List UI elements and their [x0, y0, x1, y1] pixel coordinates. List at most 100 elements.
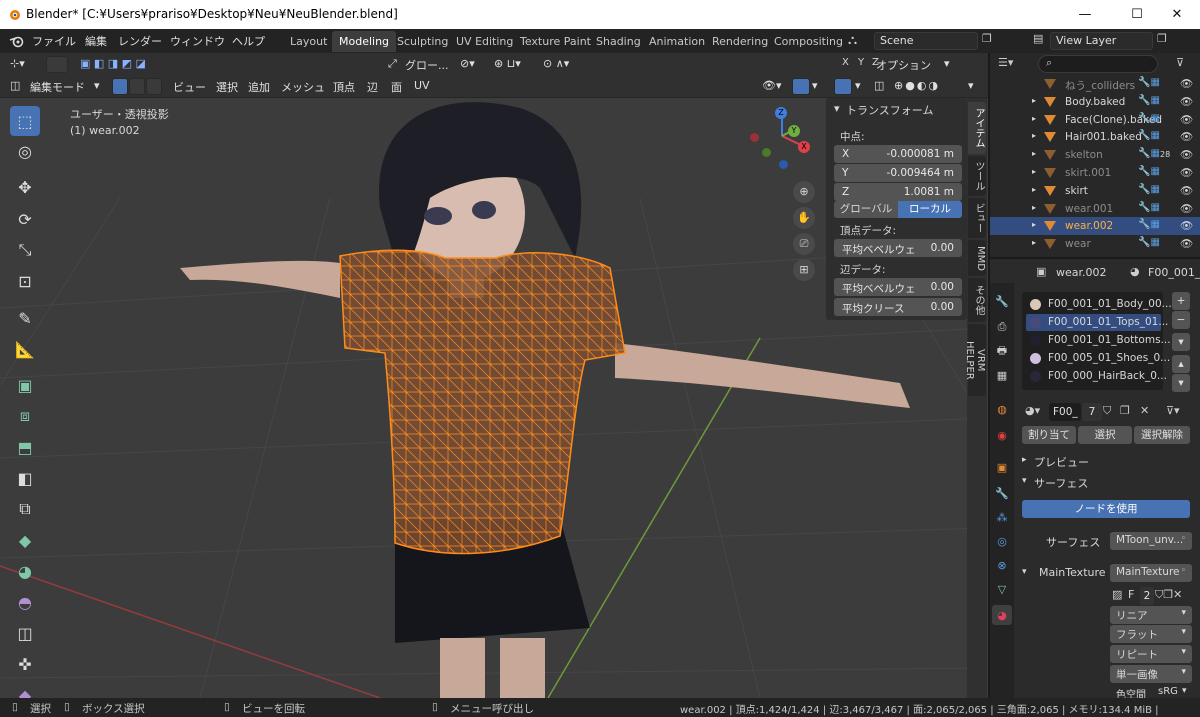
- menu-file[interactable]: ファイル: [32, 33, 76, 49]
- expand-icon[interactable]: ▸: [1032, 185, 1036, 194]
- material-slot[interactable]: F00_001_01_Body_00...: [1026, 296, 1172, 313]
- visibility-eye-icon[interactable]: 👁: [1180, 148, 1193, 161]
- modifier-icon[interactable]: 🔧▦: [1138, 130, 1160, 141]
- preview-panel[interactable]: プレビュー: [1034, 454, 1089, 470]
- face-select-button[interactable]: [146, 78, 162, 95]
- visibility-eye-icon[interactable]: 👁: [1180, 237, 1193, 250]
- tab-texture-paint[interactable]: Texture Paint: [513, 31, 598, 52]
- visibility-eye-icon[interactable]: 👁: [1180, 77, 1193, 90]
- move-slot-down-button[interactable]: ▾: [1172, 374, 1190, 392]
- select-button[interactable]: 選択: [1078, 426, 1132, 444]
- scale-tool-icon[interactable]: ⤡: [10, 235, 40, 265]
- render-props-icon[interactable]: ⎙: [992, 317, 1012, 337]
- scene-icon[interactable]: ⛬: [848, 33, 857, 48]
- texture-actions-icons[interactable]: ⛉❐✕: [1155, 588, 1182, 602]
- assign-button[interactable]: 割り当て: [1022, 426, 1076, 444]
- menu-help[interactable]: ヘルプ: [232, 33, 265, 49]
- options-dropdown[interactable]: オプション: [876, 57, 931, 73]
- gizmo-neg-z-icon[interactable]: [779, 160, 788, 169]
- tab-item[interactable]: アイテム: [968, 102, 986, 154]
- colorspace-value[interactable]: sRG: [1158, 686, 1178, 697]
- menu-add[interactable]: 追加: [248, 79, 270, 95]
- loop-cut-tool-icon[interactable]: ⧉: [10, 494, 40, 524]
- modifier-icon[interactable]: 🔧▦: [1138, 166, 1160, 177]
- world-props-icon[interactable]: ◉: [992, 425, 1012, 445]
- menu-face[interactable]: 面: [391, 79, 402, 95]
- inset-tool-icon[interactable]: ⬒: [10, 432, 40, 462]
- proportional-edit-icon[interactable]: ⊙ ∧▾: [543, 57, 569, 70]
- outliner-row[interactable]: ▸ Face(Clone).baked 🔧▦ 👁: [990, 111, 1200, 129]
- gizmo-y-icon[interactable]: Y: [788, 125, 800, 137]
- tab-view[interactable]: ビュー: [968, 198, 986, 238]
- visibility-icon[interactable]: 👁▾: [762, 79, 782, 92]
- extrude-tool-icon[interactable]: ⧈: [10, 401, 40, 431]
- transform-panel-title[interactable]: トランスフォーム: [846, 102, 933, 118]
- edge-select-button[interactable]: [129, 78, 145, 95]
- outliner-row[interactable]: ねう_colliders 🔧▦ 👁: [990, 75, 1200, 93]
- source-dropdown[interactable]: 単一画像 ▾: [1110, 665, 1192, 683]
- material-slot[interactable]: F00_001_01_Bottoms...: [1026, 332, 1171, 349]
- tab-animation[interactable]: Animation: [642, 31, 712, 52]
- material-slot[interactable]: F00_001_01_Tops_01...: [1026, 314, 1168, 331]
- material-name-field[interactable]: F00_: [1049, 403, 1081, 421]
- main-texture-field[interactable]: MainTexture ◦: [1110, 564, 1192, 582]
- filter-icon[interactable]: ⊽: [1176, 56, 1184, 69]
- panel-collapse-icon[interactable]: ▾: [834, 102, 840, 115]
- duplicate-material-icon[interactable]: ❐: [1120, 404, 1130, 417]
- expand-icon[interactable]: ▸: [1032, 114, 1036, 123]
- material-slot[interactable]: F00_005_01_Shoes_0...: [1026, 350, 1170, 367]
- close-button[interactable]: ✕: [1154, 0, 1200, 29]
- overlay-chevron-icon[interactable]: ▾: [855, 79, 861, 92]
- material-slot[interactable]: F00_000_HairBack_0...: [1026, 368, 1167, 385]
- main-texture-expand-icon[interactable]: ▾: [1022, 567, 1027, 577]
- editor-type-icon[interactable]: ⊹▾: [10, 57, 25, 70]
- move-tool-icon[interactable]: ✥: [10, 172, 40, 202]
- xray-icon[interactable]: ◫: [874, 79, 884, 92]
- modifier-icon[interactable]: 🔧▦: [1138, 184, 1160, 195]
- mode-dropdown[interactable]: 編集モード: [30, 79, 85, 95]
- pivot-point-icon[interactable]: ⊘▾: [460, 57, 475, 70]
- smooth-tool-icon[interactable]: ◫: [10, 618, 40, 648]
- new-view-layer-icon[interactable]: ❐: [1157, 32, 1167, 45]
- tab-sculpting[interactable]: Sculpting: [390, 31, 455, 52]
- visibility-eye-icon[interactable]: 👁: [1180, 184, 1193, 197]
- menu-mesh[interactable]: メッシュ: [281, 79, 325, 95]
- add-cube-tool-icon[interactable]: ▣: [10, 370, 40, 400]
- poly-build-tool-icon[interactable]: ◕: [10, 556, 40, 586]
- data-props-icon[interactable]: ▽: [992, 579, 1012, 599]
- tab-tool[interactable]: ツール: [968, 156, 986, 196]
- median-x-field[interactable]: X -0.000081 m: [834, 145, 962, 163]
- modifier-icon[interactable]: 🔧▦: [1138, 237, 1160, 248]
- pan-hand-icon[interactable]: ✋: [793, 207, 815, 229]
- visibility-eye-icon[interactable]: 👁: [1180, 130, 1193, 143]
- tab-uv-editing[interactable]: UV Editing: [449, 31, 520, 52]
- overlay-toggle-button[interactable]: [834, 78, 852, 95]
- image-icon[interactable]: ▨: [1112, 588, 1122, 601]
- view-layer-icon[interactable]: ▤: [1033, 32, 1043, 45]
- outliner-row[interactable]: ▸ skelton 28 🔧▦ 👁: [990, 146, 1200, 164]
- edge-bevel-field[interactable]: 平均ベベルウェ 0.00: [834, 278, 962, 296]
- deselect-button[interactable]: 選択解除: [1134, 426, 1190, 444]
- tab-compositing[interactable]: Compositing: [767, 31, 850, 52]
- texture-users-count[interactable]: 2: [1140, 587, 1154, 605]
- transform-orientation-icon[interactable]: ⤢: [388, 57, 397, 71]
- visibility-eye-icon[interactable]: 👁: [1180, 95, 1193, 108]
- outliner-row[interactable]: ▸ Body.baked 🔧▦ 👁: [990, 93, 1200, 111]
- tab-modeling[interactable]: Modeling: [332, 31, 397, 52]
- surface-panel[interactable]: サーフェス: [1034, 475, 1088, 491]
- select-mode-icons[interactable]: ▣ ◧ ◨ ◩ ◪: [80, 57, 146, 70]
- gizmo-neg-x-icon[interactable]: [750, 133, 759, 142]
- gizmo-z-icon[interactable]: Z: [775, 107, 787, 119]
- zoom-icon[interactable]: ⊕: [793, 181, 815, 203]
- add-slot-button[interactable]: +: [1172, 292, 1190, 310]
- gizmo-neg-y-icon[interactable]: [762, 148, 771, 157]
- move-slot-up-button[interactable]: ▴: [1172, 355, 1190, 373]
- expand-icon[interactable]: ▸: [1032, 167, 1036, 176]
- mirror-z-toggle[interactable]: Z: [872, 57, 879, 68]
- modifier-icon[interactable]: 🔧▦: [1138, 95, 1160, 106]
- outliner-row[interactable]: ▸ wear.002 🔧▦ 👁: [990, 217, 1200, 236]
- visibility-eye-icon[interactable]: 👁: [1180, 202, 1193, 215]
- outliner-row[interactable]: ▸ skirt.001 🔧▦ 👁: [990, 164, 1200, 182]
- modifier-icon[interactable]: 🔧▦: [1138, 148, 1160, 159]
- annotate-tool-icon[interactable]: ✎: [10, 303, 40, 333]
